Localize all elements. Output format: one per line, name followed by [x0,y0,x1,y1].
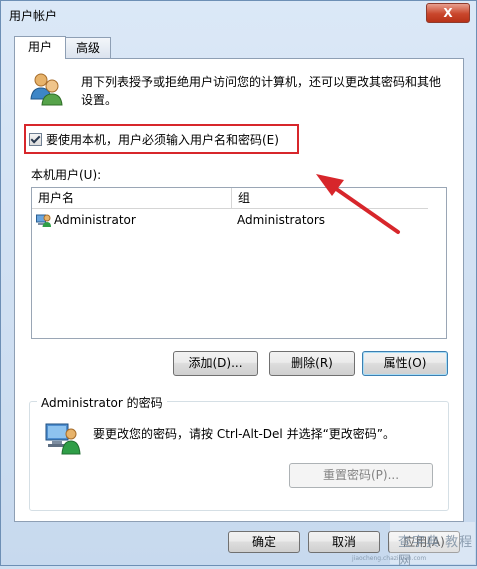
intro-text: 用下列表授予或拒绝用户访问您的计算机，还可以更改其密码和其他设置。 [81,75,442,107]
users-listview[interactable]: 用户名 组 Administrator Administrators [31,187,447,339]
column-header-username[interactable]: 用户名 [32,188,74,208]
require-login-label: 要使用本机，用户必须输入用户名和密码(E) [46,133,279,147]
row-group: Administrators [237,213,326,227]
listview-header: 用户名 组 [32,188,428,209]
computer-user-icon [45,423,81,455]
listview-scroll-area[interactable] [429,188,446,336]
delete-user-button[interactable]: 删除(R) [269,351,355,376]
user-accounts-window: 用户帐户 X 用户 高级 用下列表授予或拒绝用户访问您的计算机，还可以更改其密码… [0,0,477,566]
user-icon [36,214,51,227]
tab-advanced[interactable]: 高级 [65,37,111,58]
row-username: Administrator [54,213,136,227]
reset-password-button[interactable]: 重置密码(P)... [289,463,433,488]
cancel-button[interactable]: 取消 [308,531,380,553]
password-instruction-text: 要更改您的密码，请按 Ctrl-Alt-Del 并选择“更改密码”。 [93,427,396,441]
watermark-logo: 查字典 教程网 [398,531,477,569]
ok-button[interactable]: 确定 [228,531,300,553]
checkmark-icon[interactable] [29,133,42,146]
users-icon [30,73,63,106]
watermark-sign-text: 查字典 [398,535,441,550]
watermark-url: jiaocheng.chazidian.com [352,555,427,562]
window-title: 用户帐户 [9,9,58,23]
column-header-group[interactable]: 组 [232,188,250,208]
require-login-checkbox-row[interactable]: 要使用本机，用户必须输入用户名和密码(E) [29,131,279,148]
close-icon: X [443,6,453,20]
add-user-button[interactable]: 添加(D)... [173,351,258,376]
local-users-label: 本机用户(U): [31,168,102,182]
users-tab-panel: 用下列表授予或拒绝用户访问您的计算机，还可以更改其密码和其他设置。 要使用本机，… [14,58,464,522]
password-group-title: Administrator 的密码 [37,394,167,411]
title-bar[interactable]: 用户帐户 X [1,1,476,29]
table-row[interactable]: Administrator Administrators [32,210,428,230]
tab-users[interactable]: 用户 [14,36,66,59]
close-button[interactable]: X [426,3,470,23]
password-groupbox [29,401,449,511]
properties-button[interactable]: 属性(O) [362,351,448,376]
